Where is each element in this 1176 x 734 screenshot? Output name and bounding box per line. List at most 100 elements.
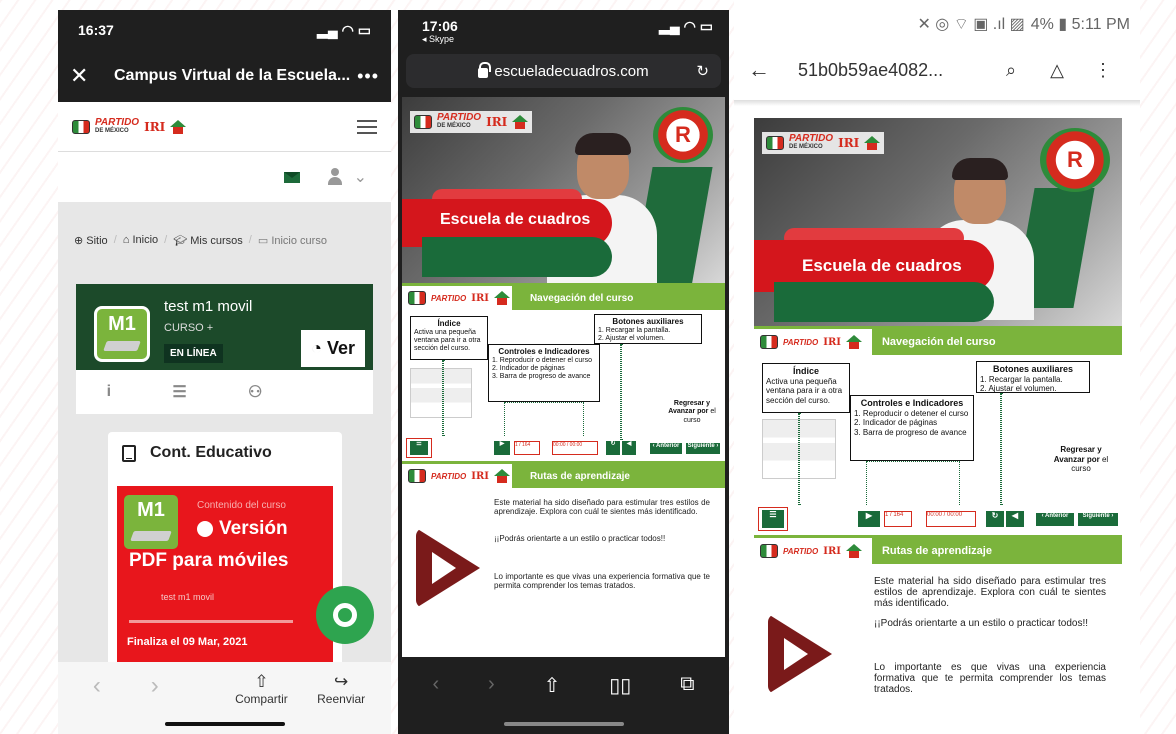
regresar-text: Regresar y Avanzar por el curso (668, 400, 716, 424)
add-to-drive-icon[interactable]: △ (1034, 60, 1080, 81)
rutas-paragraph-1: Este material ha sido diseñado para esti… (494, 498, 710, 516)
section-header: PARTIDO IRI Navegación del curso (402, 286, 725, 310)
next-button[interactable]: Siguiente › (1078, 513, 1118, 526)
tabs-icon[interactable]: ⧉ (680, 673, 694, 734)
play-logo-icon (764, 614, 834, 694)
chat-button[interactable] (316, 586, 374, 644)
hero-logos: PARTIDO DE MÉXICO IRI (410, 111, 533, 133)
pri-emblem: R (1040, 128, 1110, 192)
view-button[interactable]: ◔ Ver (301, 330, 365, 367)
reload-button-icon[interactable]: ↻ (606, 441, 620, 455)
phone-1-screenshot: 16:37 ▂▄ ◠ ▭ ✕ Campus Virtual de la Escu… (58, 10, 391, 734)
ipri-logo: IRI (144, 119, 166, 134)
previous-button[interactable]: ‹ Anterior (1036, 513, 1074, 526)
pdf-version-tile[interactable]: M1 Contenido del curso Versión PDF para … (117, 486, 333, 668)
reload-icon[interactable]: ↻ (696, 62, 709, 80)
address-bar[interactable]: escueladecuadros.com ↻ (406, 54, 721, 88)
back-icon[interactable]: ‹ (432, 673, 439, 734)
pri-logo-icon (760, 335, 778, 349)
section-title: Rutas de aprendizaje (529, 470, 630, 482)
close-icon[interactable]: ✕ (70, 63, 100, 89)
course-title: test m1 movil (164, 298, 253, 315)
breadcrumb-separator: / (113, 234, 117, 246)
breadcrumb-mis-cursos[interactable]: 🎓︎ Mis cursos (173, 234, 243, 247)
content-card-header: Cont. Educativo (108, 432, 342, 474)
more-vertical-icon[interactable]: ⋮ (1080, 60, 1126, 81)
tablet-icon (122, 444, 136, 462)
house-logo-icon (845, 544, 862, 558)
partido-logo: PARTIDO DE MÉXICO (95, 116, 140, 134)
hero-logos: PARTIDO DE MÉXICO IRI (762, 132, 885, 154)
rutas-content: Este material ha sido diseñado para esti… (402, 488, 725, 657)
forward-icon[interactable]: › (488, 673, 495, 734)
rutas-paragraph-1: Este material ha sido diseñado para esti… (874, 576, 1106, 609)
user-bar: ⌄ (58, 152, 391, 202)
course-card: M1 test m1 movil CURSO + EN LÍNEA ◔ Ver … (76, 284, 373, 414)
status-icons: ✕ ◎ ⌔ ▣ .ıl ▨ (917, 16, 1025, 33)
forward-button[interactable]: ↪ Reenviar (301, 672, 381, 734)
section-rutas: PARTIDO IRI Rutas de aprendizaje Este mat… (402, 461, 725, 657)
navigation-diagram: Índice Activa una pequeña ventana para ir… (754, 355, 1122, 535)
page-indicator: 1 / 164 (884, 511, 912, 527)
pri-logo-icon (408, 291, 426, 305)
volume-button-icon[interactable]: ◀ (622, 441, 636, 455)
time-indicator: 00:00 / 00:00 (926, 511, 976, 527)
pdf-label: PDF para móviles (129, 550, 289, 571)
house-logo-icon (493, 469, 510, 483)
signal-wifi-battery-icons: ▂▄ ◠ ▭ (659, 18, 713, 34)
user-menu[interactable]: ⌄ (326, 167, 367, 187)
chat-icon (333, 603, 357, 627)
info-icon[interactable]: i (107, 383, 111, 401)
status-time: 16:37 (78, 22, 114, 38)
pri-logo-icon (408, 469, 426, 483)
user-icon (326, 168, 344, 186)
back-arrow-icon[interactable]: ← (748, 57, 798, 83)
pri-logo-icon (760, 544, 778, 558)
hero-green-smear (422, 237, 612, 277)
index-button-icon[interactable]: ☰ (410, 441, 428, 455)
forward-arrow-icon: ↪ (334, 672, 349, 691)
back-icon[interactable]: ‹ (68, 672, 126, 734)
checklist-icon[interactable]: ☰ (172, 382, 186, 402)
time-indicator: 00:00 / 00:00 (552, 441, 598, 455)
back-to-app[interactable]: ◂ Skype (422, 34, 458, 45)
course-name: test m1 movil (161, 592, 215, 602)
play-button-icon[interactable]: ▶ (858, 511, 880, 527)
previous-button[interactable]: ‹ Anterior (650, 443, 682, 454)
play-button-icon[interactable]: ▶ (494, 441, 510, 455)
envelope-icon[interactable] (283, 171, 300, 183)
page-indicator: 1 / 164 (514, 441, 540, 455)
search-document-icon[interactable]: ⌕ (988, 60, 1034, 81)
reload-button-icon[interactable]: ↻ (986, 511, 1004, 527)
rutas-content: Este material ha sido diseñado para esti… (754, 564, 1122, 734)
end-date: Finaliza el 09 Mar, 2021 (127, 636, 248, 648)
progress-bar (129, 620, 293, 623)
controls-box: Controles e Indicadores 1. Reproducir o d… (488, 344, 600, 402)
section-header: PARTIDO IRI Navegación del curso (754, 329, 1122, 355)
site-header: PARTIDO DE MÉXICO IRI (58, 102, 391, 152)
phone-2-screenshot: 17:06 ◂ Skype ▂▄ ◠ ▭ escueladecuadros.com… (398, 10, 729, 734)
indice-box: Índice Activa una pequeña ventana para ir… (762, 363, 850, 413)
content-tag: Contenido del curso (197, 500, 286, 511)
site-logos[interactable]: PARTIDO DE MÉXICO IRI (72, 116, 187, 136)
section-title: Navegación del curso (881, 336, 996, 348)
breadcrumb-sitio[interactable]: ⊕ Sitio (74, 234, 108, 247)
app-topbar: ✕ Campus Virtual de la Escuela... ••• (58, 50, 391, 102)
signal-wifi-battery-icons: ▂▄ ◠ ▭ (317, 21, 371, 38)
home-indicator[interactable] (503, 722, 624, 726)
regresar-text: Regresar y Avanzar por el curso (1053, 445, 1109, 474)
hero-green-smear (774, 282, 994, 322)
next-button[interactable]: Siguiente › (686, 443, 720, 454)
hamburger-menu-icon[interactable] (357, 119, 377, 134)
course-actions: i ☰ ⚇ (76, 370, 373, 414)
volume-button-icon[interactable]: ◀ (1006, 511, 1024, 527)
group-icon[interactable]: ⚇ (248, 382, 262, 402)
breadcrumb-inicio[interactable]: ⌂ Inicio (123, 234, 158, 247)
index-button-icon[interactable]: ☰ (762, 510, 784, 528)
status-time: 17:06 (422, 18, 458, 34)
navigation-diagram: Índice Activa una pequeña ventana para ir… (402, 310, 725, 461)
hero-banner: Escuela de cuadros PARTIDO DE MÉXICO IRI … (754, 118, 1122, 326)
more-options-icon[interactable]: ••• (357, 66, 379, 87)
pdf-content: Escuela de cuadros PARTIDO DE MÉXICO IRI … (754, 118, 1122, 734)
home-indicator[interactable] (164, 722, 285, 726)
